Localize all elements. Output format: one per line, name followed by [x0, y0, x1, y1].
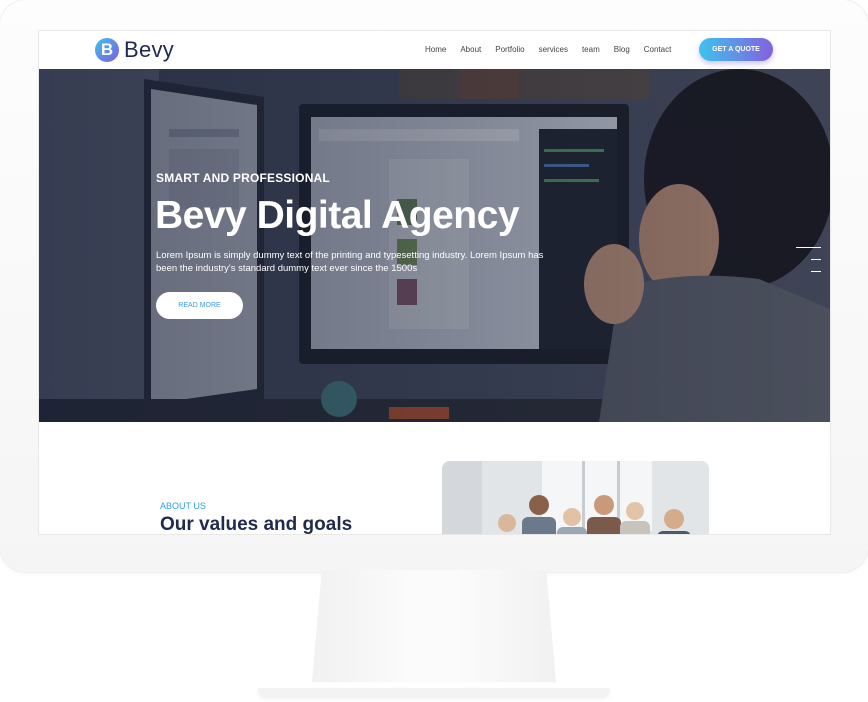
hero-description: Lorem Ipsum is simply dummy text of the …	[156, 250, 544, 274]
about-eyebrow: ABOUT US	[160, 501, 206, 511]
website-screen: B Bevy Home About Portfolio services tea…	[39, 31, 830, 534]
slider-indicator[interactable]	[811, 271, 821, 272]
hero-section: SMART AND PROFESSIONAL Bevy Digital Agen…	[39, 69, 830, 422]
slider-indicator[interactable]	[811, 259, 821, 260]
read-more-button[interactable]: READ MORE	[156, 292, 243, 319]
slider-indicator-active[interactable]	[796, 247, 821, 248]
nav-link-services[interactable]: services	[539, 44, 568, 56]
hero-eyebrow: SMART AND PROFESSIONAL	[156, 171, 330, 185]
hero-overlay	[39, 69, 830, 422]
get-a-quote-button[interactable]: GET A QUOTE	[699, 38, 773, 61]
hero-title: Bevy Digital Agency	[155, 194, 520, 237]
navbar: B Bevy Home About Portfolio services tea…	[39, 31, 830, 69]
nav-menu: Home About Portfolio services team Blog …	[425, 44, 685, 56]
nav-link-blog[interactable]: Blog	[614, 44, 630, 56]
team-image	[442, 461, 709, 534]
logo[interactable]: B Bevy	[95, 37, 174, 63]
nav-link-portfolio[interactable]: Portfolio	[495, 44, 524, 56]
nav-link-about[interactable]: About	[460, 44, 481, 56]
logo-text: Bevy	[124, 37, 175, 62]
nav-link-team[interactable]: team	[582, 44, 600, 56]
monitor-base	[258, 688, 610, 698]
nav-link-contact[interactable]: Contact	[644, 44, 672, 56]
monitor-stand	[312, 570, 556, 683]
about-title: Our values and goals	[160, 514, 353, 534]
nav-link-home[interactable]: Home	[425, 44, 446, 56]
team-photo	[442, 461, 709, 534]
logo-icon: B	[95, 38, 119, 62]
